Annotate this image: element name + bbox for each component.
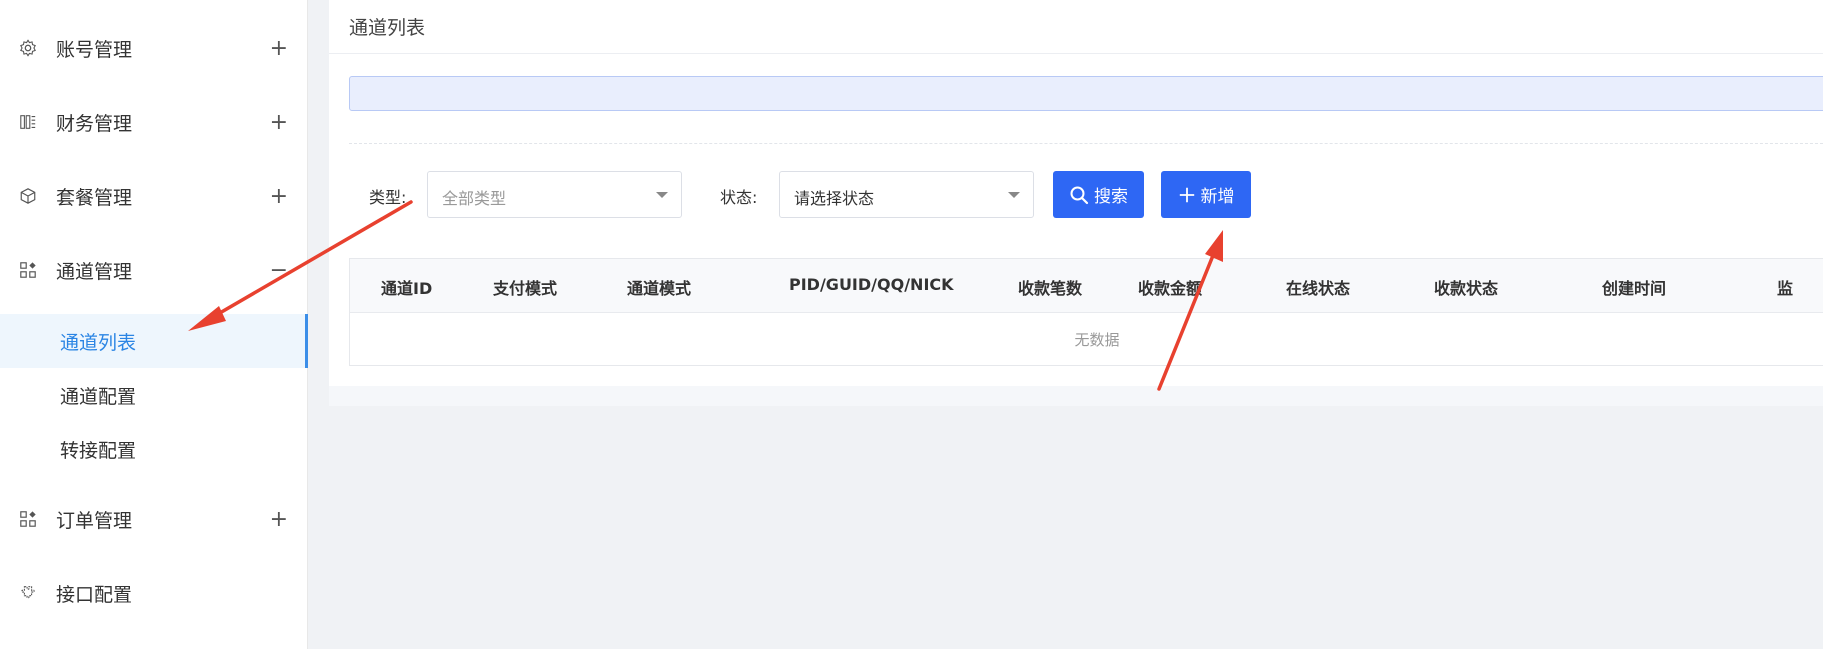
package-icon: [18, 186, 38, 206]
expand-icon[interactable]: +: [270, 507, 288, 532]
sub-item-label: 通道列表: [60, 331, 137, 354]
type-select-value: 全部类型: [442, 189, 507, 208]
sidebar-item-transfer-config[interactable]: 转接配置: [0, 422, 308, 476]
main-panel: 通道列表 类型: 全部类型 状态: 请选择状态 搜索 新增 通道ID 支付模式 …: [329, 0, 1823, 386]
column-header[interactable]: 创建时间: [1602, 275, 1666, 299]
caret-down-icon: [1008, 192, 1020, 198]
type-filter-label: 类型:: [369, 188, 407, 207]
add-button[interactable]: 新增: [1161, 171, 1251, 218]
column-header[interactable]: PID/GUID/QQ/NICK: [789, 275, 954, 294]
plus-icon: [1179, 187, 1194, 202]
column-header[interactable]: 支付模式: [493, 275, 557, 299]
menu-item-label: 接口配置: [56, 583, 133, 606]
column-header[interactable]: 收款状态: [1434, 275, 1498, 299]
sub-item-label: 通道配置: [60, 385, 137, 408]
menu-item-label: 套餐管理: [56, 186, 133, 209]
expand-icon[interactable]: +: [270, 184, 288, 209]
collapse-icon[interactable]: −: [270, 258, 288, 283]
menu-item-account[interactable]: 账号管理 +: [0, 11, 308, 85]
search-button-label: 搜索: [1094, 187, 1128, 207]
sub-item-label: 转接配置: [60, 439, 137, 462]
plugin-icon: [18, 583, 38, 603]
status-filter-label: 状态:: [720, 188, 758, 207]
caret-down-icon: [656, 192, 668, 198]
column-header[interactable]: 在线状态: [1286, 275, 1350, 299]
status-select[interactable]: 请选择状态: [779, 171, 1034, 218]
search-icon: [1070, 186, 1089, 204]
table-header: 通道ID 支付模式 通道模式 PID/GUID/QQ/NICK 收款笔数 收款金…: [350, 259, 1823, 313]
column-header[interactable]: 收款笔数: [1018, 275, 1082, 299]
notice-bar: [349, 76, 1823, 111]
page-title: 通道列表: [349, 17, 426, 39]
column-header[interactable]: 收款金额: [1138, 275, 1202, 299]
expand-icon[interactable]: +: [270, 36, 288, 61]
menu-item-order[interactable]: 订单管理 +: [0, 482, 308, 556]
menu-item-channel[interactable]: 通道管理 −: [0, 233, 308, 307]
sidebar-item-channel-config[interactable]: 通道配置: [0, 368, 308, 422]
sidebar: 账号管理 + 财务管理 + 套餐管理 + 通道管理 − 通道列表 通道配置 转接…: [0, 0, 308, 649]
gear-icon: [18, 38, 38, 58]
add-button-label: 新增: [1200, 187, 1235, 207]
divider: [349, 143, 1823, 144]
status-select-value: 请选择状态: [794, 189, 875, 208]
menu-item-label: 通道管理: [56, 260, 133, 283]
menu-item-label: 订单管理: [56, 509, 133, 532]
sidebar-item-channel-list[interactable]: 通道列表: [0, 314, 308, 368]
grid-icon: [18, 260, 38, 280]
search-button[interactable]: 搜索: [1053, 171, 1144, 218]
panel-footer-strip: [329, 386, 1823, 406]
menu-item-label: 账号管理: [56, 38, 133, 61]
menu-item-finance[interactable]: 财务管理 +: [0, 85, 308, 159]
type-select[interactable]: 全部类型: [427, 171, 682, 218]
menu-item-package[interactable]: 套餐管理 +: [0, 159, 308, 233]
channel-table: 通道ID 支付模式 通道模式 PID/GUID/QQ/NICK 收款笔数 收款金…: [349, 258, 1823, 366]
expand-icon[interactable]: +: [270, 110, 288, 135]
column-header[interactable]: 通道ID: [381, 275, 432, 299]
grid-icon: [18, 509, 38, 529]
column-header[interactable]: 通道模式: [627, 275, 691, 299]
finance-icon: [18, 112, 38, 132]
panel-header: 通道列表: [329, 0, 1823, 54]
empty-state-text: 无数据: [1074, 331, 1120, 349]
menu-item-label: 财务管理: [56, 112, 133, 135]
menu-item-api-config[interactable]: 接口配置: [0, 556, 308, 630]
column-header[interactable]: 监: [1777, 275, 1793, 299]
